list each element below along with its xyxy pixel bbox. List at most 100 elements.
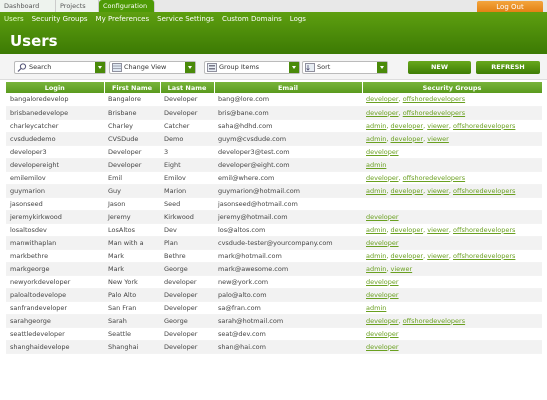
security-group-link[interactable]: viewer bbox=[427, 226, 449, 234]
security-group-link[interactable]: admin bbox=[366, 252, 386, 260]
cell-email: sarah@hotmail.com bbox=[214, 314, 362, 328]
breadcrumb-configuration[interactable]: Configuration bbox=[99, 0, 155, 12]
cell-first-name: Developer bbox=[104, 158, 160, 172]
table-row[interactable]: seattledeveloper Seattle Developer seat@dev… bbox=[6, 327, 542, 341]
cell-last-name: Marion bbox=[160, 184, 214, 198]
cell-security-groups: developer, offshoredevelopers bbox=[362, 106, 542, 120]
table-row[interactable]: sanfrandeveloper San Fran Developer sa@fran… bbox=[6, 301, 542, 315]
table-row[interactable]: jeremykirkwood Jeremy Kirkwood jeremy@hotma… bbox=[6, 210, 542, 224]
cell-first-name: Mark bbox=[104, 249, 160, 263]
refresh-button[interactable]: REFRESH bbox=[476, 61, 540, 74]
table-row[interactable]: cvsdudedemo CVSDude Demo guym@cvsdude.com ad… bbox=[6, 132, 542, 146]
change-view-dropdown[interactable]: Change View bbox=[109, 61, 196, 74]
column-header-login[interactable]: Login bbox=[6, 82, 105, 93]
table-row[interactable]: emilemilov Emil Emilov emil@where.com develo… bbox=[6, 171, 542, 185]
security-group-link[interactable]: developer bbox=[366, 291, 399, 299]
table-row[interactable]: developereight Developer Eight developer@ei… bbox=[6, 158, 542, 172]
table-row[interactable]: charleycatcher Charley Catcher saha@hdhd.co… bbox=[6, 119, 542, 133]
column-header-security-groups[interactable]: Security Groups bbox=[362, 82, 543, 93]
nav-service-settings[interactable]: Service Settings bbox=[153, 14, 218, 25]
cell-email: cvsdude-tester@yourcompany.com bbox=[214, 236, 362, 250]
breadcrumb-dashboard[interactable]: Dashboard bbox=[0, 0, 56, 12]
security-group-link[interactable]: developer bbox=[366, 109, 399, 117]
cell-login: seattledeveloper bbox=[6, 327, 104, 341]
security-group-link[interactable]: developer bbox=[366, 213, 399, 221]
cell-first-name: CVSDude bbox=[104, 132, 160, 146]
security-group-link[interactable]: developer bbox=[366, 174, 399, 182]
cell-security-groups: admin, developer, viewer bbox=[362, 132, 542, 146]
search-dropdown[interactable]: Search bbox=[14, 61, 106, 74]
cell-last-name: Demo bbox=[160, 132, 214, 146]
security-group-link[interactable]: offshoredevelopers bbox=[403, 95, 465, 103]
security-group-link[interactable]: viewer bbox=[427, 135, 449, 143]
table-row[interactable]: markgeorge Mark George mark@awesome.com admi… bbox=[6, 262, 542, 276]
nav-security-groups[interactable]: Security Groups bbox=[28, 14, 92, 25]
new-button[interactable]: NEW bbox=[408, 61, 471, 74]
security-group-link[interactable]: offshoredevelopers bbox=[403, 109, 465, 117]
nav-my-preferences[interactable]: My Preferences bbox=[92, 14, 154, 25]
security-group-link[interactable]: viewer bbox=[391, 265, 413, 273]
nav-users[interactable]: Users bbox=[0, 14, 28, 25]
nav-logs[interactable]: Logs bbox=[286, 14, 310, 25]
security-group-link[interactable]: viewer bbox=[427, 252, 449, 260]
cell-login: newyorkdeveloper bbox=[6, 275, 104, 289]
table-row[interactable]: jasonseed Jason Seed jasonseed@hotmail.com bbox=[6, 197, 542, 211]
column-header-first-name[interactable]: First Name bbox=[104, 82, 161, 93]
table-row[interactable]: paloaltodevelope Palo Alto Developer palo@a… bbox=[6, 288, 542, 302]
chevron-down-icon bbox=[377, 62, 387, 73]
table-row[interactable]: shanghaidevelope Shanghai Developer shan@ha… bbox=[6, 340, 542, 354]
chevron-down-icon bbox=[185, 62, 195, 73]
table-row[interactable]: sarahgeorge Sarah George sarah@hotmail.com d… bbox=[6, 314, 542, 328]
cell-email: saha@hdhd.com bbox=[214, 119, 362, 133]
security-group-link[interactable]: offshoredevelopers bbox=[453, 122, 515, 130]
security-group-link[interactable]: developer bbox=[391, 187, 424, 195]
cell-last-name: Developer bbox=[160, 327, 214, 341]
security-group-link[interactable]: admin bbox=[366, 122, 386, 130]
table-row[interactable]: guymarion Guy Marion guymarion@hotmail.com a… bbox=[6, 184, 542, 198]
cell-last-name: Eight bbox=[160, 158, 214, 172]
table-row[interactable]: losaltosdev LosAltos Dev los@altos.com admin… bbox=[6, 223, 542, 237]
table-row[interactable]: bangaloredevelop Bangalore Developer bang@l… bbox=[6, 93, 542, 107]
cell-security-groups: developer bbox=[362, 288, 542, 302]
security-group-link[interactable]: offshoredevelopers bbox=[403, 174, 465, 182]
table-row[interactable]: newyorkdeveloper New York developer new@yor… bbox=[6, 275, 542, 289]
page-header: Users Security Groups My Preferences Ser… bbox=[0, 12, 547, 54]
security-group-link[interactable]: developer bbox=[366, 343, 399, 351]
table-row[interactable]: manwithaplan Man with a Plan cvsdude-tester… bbox=[6, 236, 542, 250]
security-group-link[interactable]: developer bbox=[391, 226, 424, 234]
security-group-link[interactable]: developer bbox=[366, 330, 399, 338]
security-group-link[interactable]: viewer bbox=[427, 187, 449, 195]
cell-last-name: Developer bbox=[160, 106, 214, 120]
security-group-link[interactable]: offshoredevelopers bbox=[453, 226, 515, 234]
table-row[interactable]: brisbanedevelope Brisbane Developer bris@ba… bbox=[6, 106, 542, 120]
security-group-link[interactable]: developer bbox=[366, 317, 399, 325]
security-group-link[interactable]: admin bbox=[366, 135, 386, 143]
security-group-link[interactable]: admin bbox=[366, 187, 386, 195]
security-group-link[interactable]: developer bbox=[366, 148, 399, 156]
security-group-link[interactable]: admin bbox=[366, 161, 386, 169]
cell-last-name: Developer bbox=[160, 93, 214, 107]
security-group-link[interactable]: offshoredevelopers bbox=[403, 317, 465, 325]
cell-last-name: Seed bbox=[160, 197, 214, 211]
sort-dropdown[interactable]: Sort bbox=[302, 61, 388, 74]
security-group-link[interactable]: viewer bbox=[427, 122, 449, 130]
nav-custom-domains[interactable]: Custom Domains bbox=[218, 14, 286, 25]
cell-last-name: 3 bbox=[160, 145, 214, 159]
security-group-link[interactable]: admin bbox=[366, 265, 386, 273]
security-group-link[interactable]: developer bbox=[366, 95, 399, 103]
security-group-link[interactable]: developer bbox=[391, 122, 424, 130]
group-items-dropdown[interactable]: Group Items bbox=[204, 61, 300, 74]
security-group-link[interactable]: offshoredevelopers bbox=[453, 252, 515, 260]
security-group-link[interactable]: developer bbox=[391, 252, 424, 260]
table-row[interactable]: developer3 Developer 3 developer3@test.com d… bbox=[6, 145, 542, 159]
security-group-link[interactable]: offshoredevelopers bbox=[453, 187, 515, 195]
security-group-link[interactable]: admin bbox=[366, 304, 386, 312]
table-row[interactable]: markbethre Mark Bethre mark@hotmail.com admi… bbox=[6, 249, 542, 263]
security-group-link[interactable]: developer bbox=[366, 239, 399, 247]
column-header-email[interactable]: Email bbox=[214, 82, 363, 93]
column-header-last-name[interactable]: Last Name bbox=[160, 82, 215, 93]
breadcrumb-projects[interactable]: Projects bbox=[56, 0, 99, 12]
security-group-link[interactable]: admin bbox=[366, 226, 386, 234]
security-group-link[interactable]: developer bbox=[391, 135, 424, 143]
security-group-link[interactable]: developer bbox=[366, 278, 399, 286]
